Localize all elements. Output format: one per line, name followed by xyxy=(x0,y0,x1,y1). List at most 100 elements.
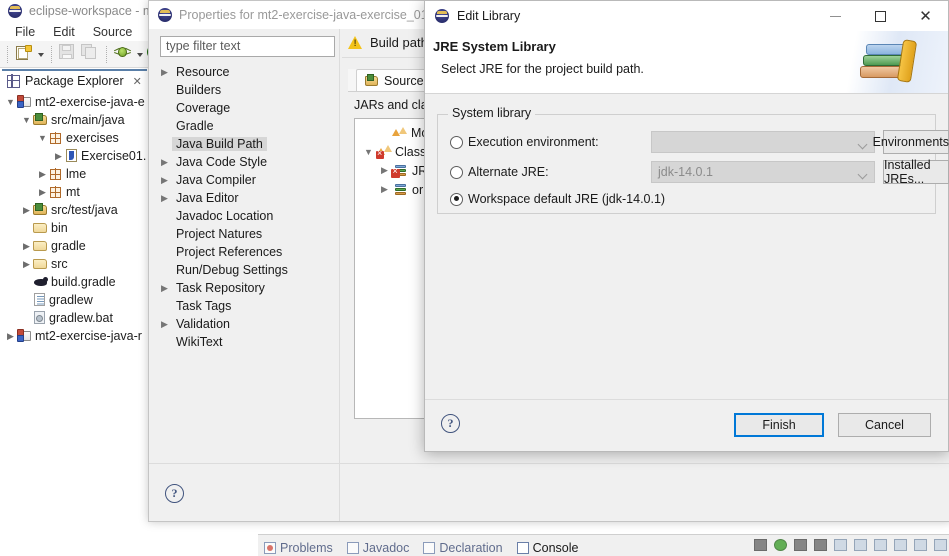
menu-edit[interactable]: Edit xyxy=(44,24,84,40)
twisty-icon[interactable]: ▶ xyxy=(157,319,172,330)
properties-tree-item[interactable]: Builders xyxy=(157,81,337,99)
tree-item[interactable]: ▶ lme xyxy=(0,165,149,183)
twisty-icon[interactable]: ▶ xyxy=(157,175,172,186)
twisty-icon[interactable]: ▶ xyxy=(52,151,65,162)
tab-source[interactable]: Source xyxy=(356,69,433,91)
properties-tree-item[interactable]: ▶ Task Repository xyxy=(157,279,337,297)
tree-item[interactable]: ▼ src/main/java xyxy=(0,111,149,129)
twisty-icon[interactable]: ▼ xyxy=(361,147,376,157)
tree-item[interactable]: ▶ mt2-exercise-java-r xyxy=(0,327,149,345)
tree-item[interactable]: ▶ gradle xyxy=(0,237,149,255)
close-button[interactable]: ✕ xyxy=(903,1,948,31)
twisty-icon[interactable]: ▶ xyxy=(20,259,33,270)
properties-tree-item[interactable]: ▶ Resource xyxy=(157,63,337,81)
tree-item[interactable]: ▶ src/test/java xyxy=(0,201,149,219)
properties-tree-item-label: Java Code Style xyxy=(176,155,268,169)
tree-item[interactable]: ▶ Exercise01. xyxy=(0,147,149,165)
alternate-jre-combo[interactable]: jdk-14.0.1 xyxy=(651,161,875,183)
radio-workspace-default-jre-label: Workspace default JRE (jdk-14.0.1) xyxy=(468,192,666,206)
tab-console[interactable]: Console xyxy=(516,541,579,556)
properties-tree-item[interactable]: Javadoc Location xyxy=(157,207,337,225)
remove-launch-icon[interactable] xyxy=(794,539,807,551)
save-button[interactable] xyxy=(59,44,79,64)
tab-declaration[interactable]: Declaration xyxy=(423,541,503,556)
tree-item[interactable]: ▶ src xyxy=(0,255,149,273)
twisty-icon[interactable]: ▶ xyxy=(157,283,172,294)
edit-library-help-button[interactable]: ? xyxy=(441,414,460,433)
properties-tree-item-label: Resource xyxy=(176,65,230,79)
tree-item[interactable]: ▶ mt xyxy=(0,183,149,201)
minimize-view-icon[interactable] xyxy=(914,539,927,551)
display-selected-console-icon[interactable] xyxy=(854,539,867,551)
radio-alternate-jre[interactable]: Alternate JRE: xyxy=(450,161,549,183)
twisty-icon[interactable]: ▶ xyxy=(36,187,49,198)
twisty-icon[interactable]: ▼ xyxy=(4,97,17,107)
tree-item[interactable]: bin xyxy=(0,219,149,237)
debug-button[interactable] xyxy=(113,44,134,64)
twisty-icon[interactable]: ▶ xyxy=(377,184,392,195)
edit-library-body: System library Execution environment: En… xyxy=(425,94,949,399)
twisty-icon[interactable]: ▼ xyxy=(36,133,49,143)
properties-tree-item[interactable]: Project Natures xyxy=(157,225,337,243)
tree-item[interactable]: build.gradle xyxy=(0,273,149,291)
tree-item[interactable]: ▼ mt2-exercise-java-e xyxy=(0,93,149,111)
properties-tree-item[interactable]: Run/Debug Settings xyxy=(157,261,337,279)
menu-file[interactable]: File xyxy=(6,24,44,40)
tree-item[interactable]: gradlew.bat xyxy=(0,309,149,327)
environments-button[interactable]: Environments... xyxy=(873,130,949,154)
minimize-button[interactable] xyxy=(813,1,858,31)
remove-all-icon[interactable] xyxy=(814,539,827,551)
radio-execution-environment[interactable]: Execution environment: xyxy=(450,131,599,153)
edit-library-dialog: Edit Library ✕ JRE System Library Select… xyxy=(424,0,949,452)
twisty-icon[interactable]: ▶ xyxy=(36,169,49,180)
tab-javadoc[interactable]: Javadoc xyxy=(346,541,409,556)
twisty-icon[interactable]: ▶ xyxy=(4,331,17,342)
properties-help-button[interactable]: ? xyxy=(165,484,185,504)
properties-tree-item[interactable]: Gradle xyxy=(157,117,337,135)
new-dropdown-arrow-icon[interactable] xyxy=(37,45,46,63)
twisty-icon[interactable]: ▶ xyxy=(157,193,172,204)
radio-workspace-default-jre[interactable]: Workspace default JRE (jdk-14.0.1) xyxy=(450,188,665,210)
twisty-icon[interactable]: ▶ xyxy=(157,67,172,78)
debug-dropdown-arrow-icon[interactable] xyxy=(136,45,145,63)
finish-button[interactable]: Finish xyxy=(734,413,824,437)
properties-tree-item[interactable]: ▶ Validation xyxy=(157,315,337,333)
tree-item[interactable]: ▼ exercises xyxy=(0,129,149,147)
twisty-icon[interactable]: ▶ xyxy=(20,205,33,216)
filter-input[interactable]: type filter text xyxy=(160,36,335,57)
twisty-icon[interactable]: ▼ xyxy=(20,115,33,125)
execution-environment-combo[interactable] xyxy=(651,131,875,153)
resume-icon[interactable] xyxy=(774,539,787,551)
twisty-icon[interactable]: ▶ xyxy=(157,157,172,168)
properties-tree-item[interactable]: ▶ Java Compiler xyxy=(157,171,337,189)
maximize-button[interactable] xyxy=(858,1,903,31)
new-button[interactable] xyxy=(15,44,35,64)
close-icon[interactable]: ✕ xyxy=(133,75,142,88)
properties-tree-item[interactable]: Java Build Path xyxy=(157,135,337,153)
menu-source[interactable]: Source xyxy=(84,24,142,40)
properties-tree-item[interactable]: ▶ Java Editor xyxy=(157,189,337,207)
properties-tree-item[interactable]: Project References xyxy=(157,243,337,261)
properties-tree[interactable]: ▶ Resource Builders Coverage Gradle Java Buil… xyxy=(157,63,337,463)
open-console-icon[interactable] xyxy=(834,539,847,551)
properties-tree-item[interactable]: ▶ Java Code Style xyxy=(157,153,337,171)
tab-console-label: Console xyxy=(532,541,579,555)
properties-tree-item[interactable]: Coverage xyxy=(157,99,337,117)
properties-tree-item[interactable]: Task Tags xyxy=(157,297,337,315)
save-all-button[interactable] xyxy=(81,44,101,64)
maximize-view-icon[interactable] xyxy=(934,539,947,551)
twisty-icon[interactable]: ▶ xyxy=(20,241,33,252)
installed-jres-button[interactable]: Installed JREs... xyxy=(883,158,949,186)
tab-package-explorer[interactable]: Package Explorer ✕ xyxy=(2,69,147,91)
pin-console-icon[interactable] xyxy=(874,539,887,551)
cancel-button[interactable]: Cancel xyxy=(838,413,931,437)
tree-item[interactable]: gradlew xyxy=(0,291,149,309)
gradle-file-icon xyxy=(33,276,48,289)
tab-problems[interactable]: Problems xyxy=(264,541,333,556)
twisty-icon[interactable]: ▶ xyxy=(377,165,392,176)
package-explorer-tree[interactable]: ▼ mt2-exercise-java-e ▼ src/main/java ▼ exerc… xyxy=(0,93,149,345)
scroll-lock-icon[interactable] xyxy=(894,539,907,551)
properties-tree-item[interactable]: WikiText xyxy=(157,333,337,351)
classpath-error-icon xyxy=(376,144,392,159)
terminate-icon[interactable] xyxy=(754,539,767,551)
